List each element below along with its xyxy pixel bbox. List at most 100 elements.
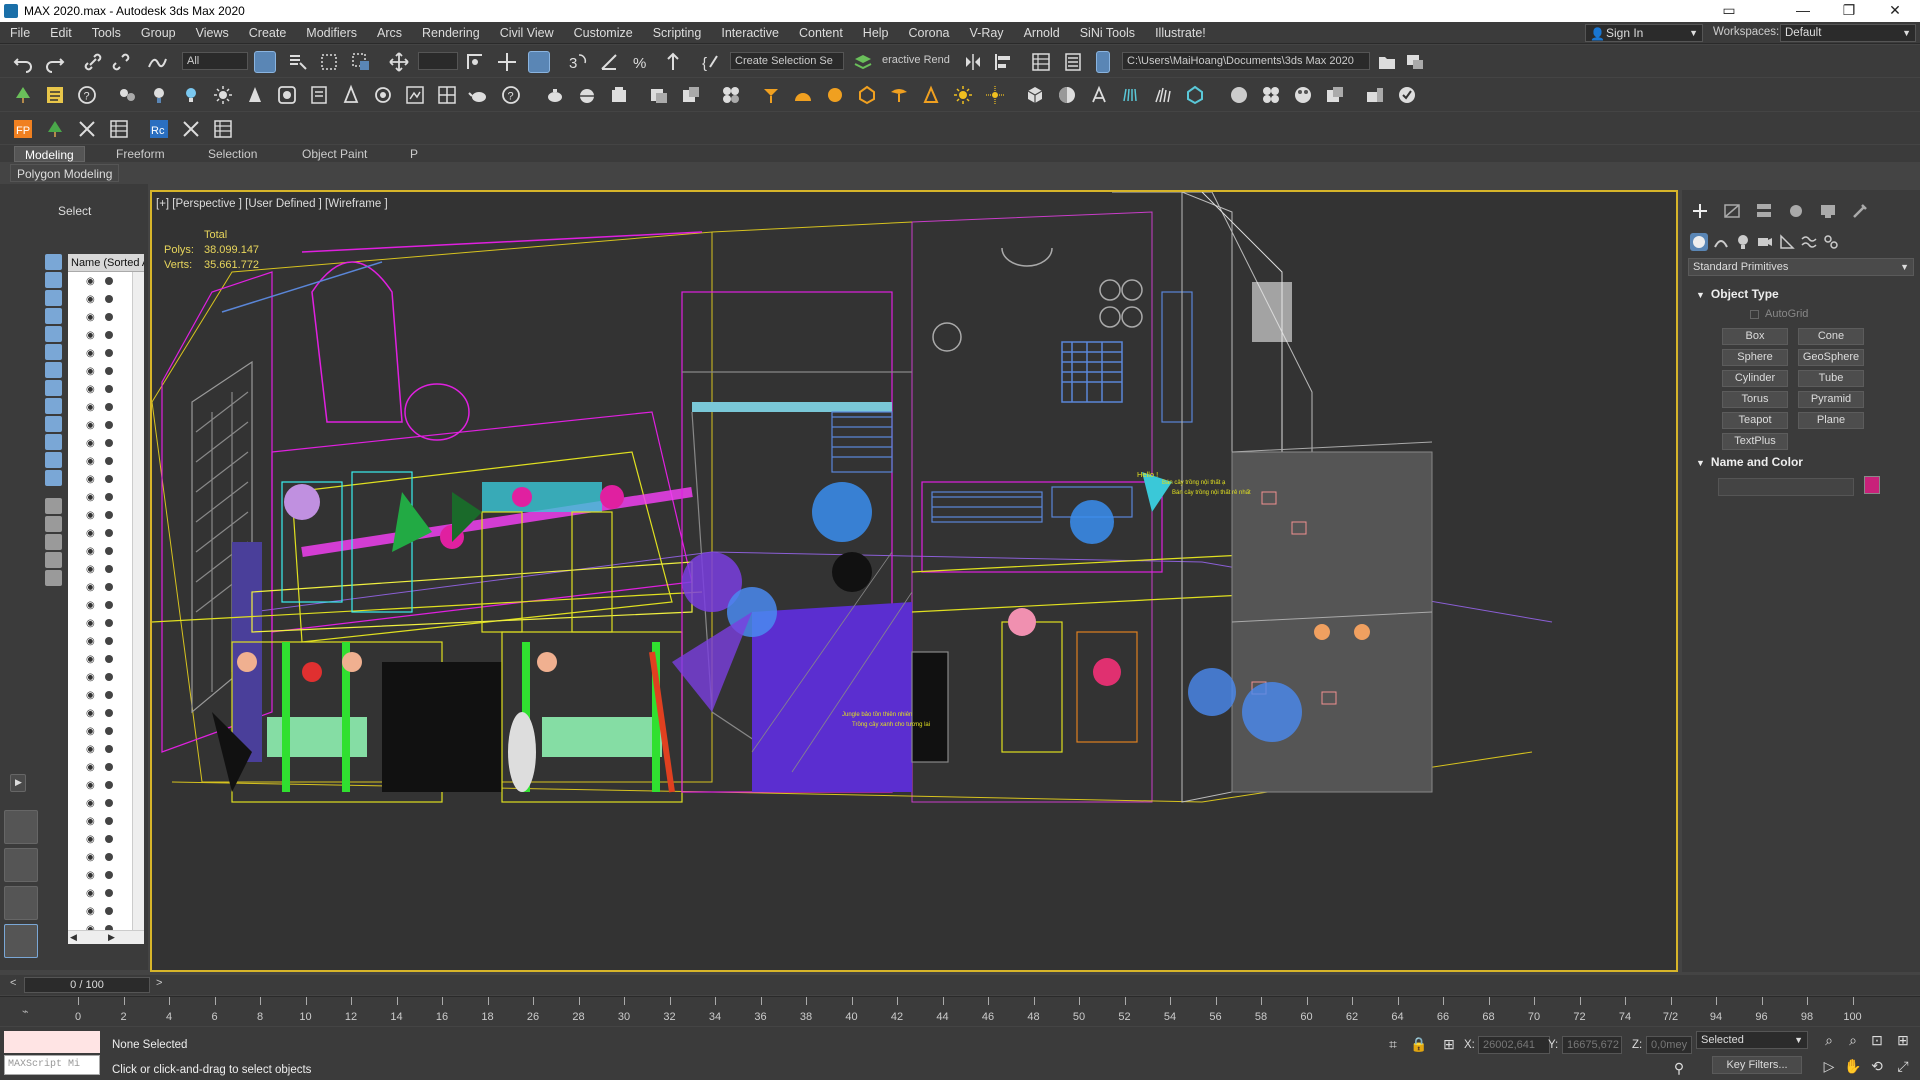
freeze-toggle-icon[interactable] [105,637,113,645]
list-item[interactable]: ◉ [68,704,132,722]
freeze-toggle-icon[interactable] [105,853,113,861]
visibility-eye-icon[interactable]: ◉ [86,906,95,917]
freeze-toggle-icon[interactable] [105,673,113,681]
rectangular-selection-icon[interactable] [318,51,340,73]
list-item[interactable]: ◉ [68,758,132,776]
visibility-eye-icon[interactable]: ◉ [86,474,95,485]
polygon-modeling-panel[interactable]: Polygon Modeling [10,164,120,182]
render-setup-icon[interactable] [404,84,426,106]
viewport-layout-icon[interactable] [4,886,38,920]
select-by-name-icon[interactable] [286,51,308,73]
list-item[interactable]: ◉ [68,578,132,596]
add-time-tag-icon[interactable]: ⚲ [1670,1059,1688,1077]
pyramid-button[interactable]: Pyramid [1798,391,1864,408]
vfb-help-icon[interactable]: ? [500,84,522,106]
zoom-all-icon[interactable]: ⌕ [1844,1031,1862,1049]
visibility-eye-icon[interactable]: ◉ [86,366,95,377]
corona-sun-icon[interactable] [824,84,846,106]
select-object-icon[interactable] [254,51,276,73]
visibility-eye-icon[interactable]: ◉ [86,852,95,863]
freeze-toggle-icon[interactable] [105,691,113,699]
vray-fur-icon[interactable] [1120,84,1142,106]
visibility-eye-icon[interactable]: ◉ [86,384,95,395]
forest-list-icon[interactable] [108,118,130,140]
list-item[interactable]: ◉ [68,290,132,308]
z-coordinate-field[interactable]: 0,0mey [1646,1036,1692,1054]
align-icon[interactable] [992,51,1014,73]
display-groups-icon[interactable] [45,362,62,378]
illustrate-icon[interactable] [1396,84,1418,106]
visibility-eye-icon[interactable]: ◉ [86,672,95,683]
visibility-eye-icon[interactable]: ◉ [86,528,95,539]
sign-in-button[interactable]: 👤 Sign In ▼ [1585,24,1703,42]
visibility-eye-icon[interactable]: ◉ [86,654,95,665]
arnold-ipr-icon[interactable] [1324,84,1346,106]
visibility-eye-icon[interactable]: ◉ [86,798,95,809]
display-space-warps-icon[interactable] [45,344,62,360]
move-icon[interactable] [388,51,410,73]
display-all-icon[interactable] [45,470,62,486]
mesh-light-icon[interactable] [340,84,362,106]
listing-icon[interactable] [44,84,66,106]
torus-button[interactable]: Torus [1722,391,1788,408]
snaps-toggle-icon[interactable]: 3 [566,51,588,73]
freeze-toggle-icon[interactable] [105,385,113,393]
visibility-eye-icon[interactable]: ◉ [86,492,95,503]
viewport-label[interactable]: [+] [Perspective ] [User Defined ] [Wire… [156,198,388,210]
freeze-toggle-icon[interactable] [105,745,113,753]
freeze-toggle-icon[interactable] [105,313,113,321]
list-item[interactable]: ◉ [68,524,132,542]
corona-camera-icon[interactable] [888,84,910,106]
list-item[interactable]: ◉ [68,650,132,668]
list-item[interactable]: ◉ [68,470,132,488]
light-bulb-icon[interactable] [180,84,202,106]
visibility-eye-icon[interactable]: ◉ [86,420,95,431]
list-item[interactable]: ◉ [68,488,132,506]
maximize-viewport-icon[interactable]: ⤢ [1894,1057,1912,1075]
corona-sun-rays-icon[interactable] [984,84,1006,106]
list-item[interactable]: ◉ [68,416,132,434]
menu-item-edit[interactable]: Edit [40,22,82,44]
previous-frame-icon[interactable]: < [10,977,16,989]
object-name-field[interactable] [1718,478,1854,496]
name-and-color-header[interactable]: ▼ Name and Color [1688,452,1914,472]
forest-tree-icon[interactable] [44,118,66,140]
freeze-toggle-icon[interactable] [105,781,113,789]
freeze-toggle-icon[interactable] [105,457,113,465]
name-column-header[interactable]: Name (Sorted A [68,254,144,272]
display-frozen-icon[interactable] [45,434,62,450]
display-containers-icon[interactable] [45,416,62,432]
corona-proxy-icon[interactable] [856,84,878,106]
horizontal-scrollbar[interactable]: ◀ ▶ [68,930,144,944]
menu-item-arnold[interactable]: Arnold [1014,22,1070,44]
pan-view-icon[interactable]: ✋ [1844,1057,1862,1075]
menu-item-interactive[interactable]: Interactive [711,22,789,44]
list-item[interactable]: ◉ [68,776,132,794]
menu-item-file[interactable]: File [0,22,40,44]
lock-selection-icon[interactable]: 🔒 [1410,1035,1428,1053]
freeze-toggle-icon[interactable] [105,421,113,429]
list-item[interactable]: ◉ [68,308,132,326]
visibility-eye-icon[interactable]: ◉ [86,762,95,773]
visibility-eye-icon[interactable]: ◉ [86,402,95,413]
list-item[interactable]: ◉ [68,380,132,398]
freeze-toggle-icon[interactable] [105,493,113,501]
corona-scatter-icon[interactable] [920,84,942,106]
zoom-extents-icon[interactable]: ⊡ [1868,1031,1886,1049]
visibility-eye-icon[interactable]: ◉ [86,618,95,629]
freeze-toggle-icon[interactable] [105,799,113,807]
scroll-right-icon[interactable]: ▶ [108,932,115,943]
vray-proxy-icon[interactable] [1184,84,1206,106]
menu-item-corona[interactable]: Corona [899,22,960,44]
freeze-toggle-icon[interactable] [105,367,113,375]
y-coordinate-field[interactable]: 16675,672 [1562,1036,1622,1054]
tab-modeling[interactable]: Modeling [14,146,85,162]
layer-explorer-icon[interactable] [1062,51,1084,73]
freeze-toggle-icon[interactable] [105,619,113,627]
tree-scatter-icon[interactable] [12,84,34,106]
visibility-eye-icon[interactable]: ◉ [86,582,95,593]
cameras-category-icon[interactable] [1756,233,1774,251]
viewport-layout-icon[interactable] [4,810,38,844]
visibility-eye-icon[interactable]: ◉ [86,888,95,899]
visibility-eye-icon[interactable]: ◉ [86,726,95,737]
